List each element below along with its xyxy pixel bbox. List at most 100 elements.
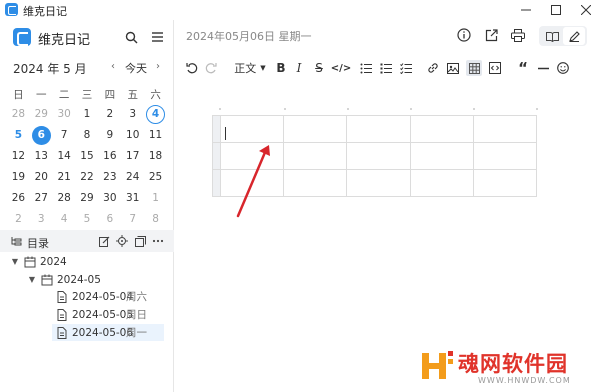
bullet-list-button[interactable] (359, 60, 373, 76)
locate-button[interactable] (114, 233, 130, 249)
ordered-list-button[interactable] (379, 60, 393, 76)
next-month-button[interactable]: › (156, 61, 160, 72)
calendar-day[interactable]: 20 (30, 167, 53, 188)
chevron-down-icon[interactable]: ▼ (10, 257, 20, 266)
calendar-day[interactable]: 11 (144, 125, 167, 146)
table-cell[interactable] (346, 115, 411, 143)
search-button[interactable] (123, 29, 139, 45)
calendar-day[interactable]: 30 (53, 104, 76, 125)
row-handle[interactable] (211, 115, 222, 143)
calendar-day[interactable]: 8 (144, 209, 167, 230)
tree-item-2024[interactable]: ▼ 2024 (10, 253, 67, 270)
table-button[interactable] (466, 60, 482, 76)
italic-button[interactable]: I (292, 60, 306, 76)
task-list-button[interactable] (399, 60, 413, 76)
image-button[interactable] (446, 60, 460, 76)
calendar-day[interactable]: 18 (144, 146, 167, 167)
table-cell[interactable] (346, 142, 411, 170)
close-button[interactable] (572, 0, 600, 20)
calendar-day[interactable]: 5 (7, 125, 30, 146)
paragraph-style-dropdown[interactable]: 正文 ▼ (231, 60, 269, 76)
quote-button[interactable]: “ (516, 60, 530, 76)
table-cell[interactable] (409, 142, 474, 170)
calendar-day[interactable]: 28 (7, 104, 30, 125)
table-cell[interactable] (409, 115, 474, 143)
calendar-day[interactable]: 5 (76, 209, 99, 230)
export-button[interactable] (483, 27, 499, 43)
calendar-day[interactable]: 6 (30, 125, 53, 146)
calendar-day[interactable]: 17 (121, 146, 144, 167)
code-block-button[interactable] (488, 60, 502, 76)
calendar-day[interactable]: 29 (30, 104, 53, 125)
redo-button[interactable] (204, 60, 218, 76)
collapse-all-button[interactable] (132, 233, 148, 249)
calendar-day[interactable]: 25 (144, 167, 167, 188)
calendar-day[interactable]: 3 (30, 209, 53, 230)
menu-button[interactable] (149, 29, 165, 45)
table-cell[interactable] (346, 169, 411, 197)
print-button[interactable] (510, 27, 526, 43)
calendar-day[interactable]: 1 (76, 104, 99, 125)
more-button[interactable] (150, 233, 166, 249)
tree-item-2024-05[interactable]: ▼ 2024-05 (27, 271, 101, 288)
emoji-button[interactable] (556, 60, 570, 76)
calendar-day[interactable]: 15 (76, 146, 99, 167)
code-button[interactable]: </> (331, 60, 351, 76)
tree-item-2024-05-04[interactable]: 2024-05-04 周六 (52, 288, 164, 305)
read-mode-button[interactable] (541, 27, 563, 45)
calendar-day[interactable]: 6 (98, 209, 121, 230)
divider-button[interactable] (536, 60, 550, 76)
calendar-day[interactable]: 29 (76, 188, 99, 209)
row-handle[interactable] (211, 169, 222, 197)
tree-item-2024-05-06[interactable]: 2024-05-06 周一 (52, 324, 164, 341)
table-cell[interactable] (220, 115, 285, 143)
calendar-day[interactable]: 28 (53, 188, 76, 209)
today-button[interactable]: 今天 (125, 60, 147, 76)
link-button[interactable] (426, 60, 440, 76)
minimize-button[interactable] (512, 0, 540, 20)
tree-item-2024-05-05[interactable]: 2024-05-05 周日 (52, 306, 164, 323)
calendar-day[interactable]: 14 (53, 146, 76, 167)
calendar-day[interactable]: 10 (121, 125, 144, 146)
table-cell[interactable] (472, 115, 538, 143)
table-cell[interactable] (472, 142, 538, 170)
calendar-day[interactable]: 9 (98, 125, 121, 146)
calendar-day[interactable]: 30 (98, 188, 121, 209)
edit-mode-button[interactable] (563, 27, 585, 45)
bold-button[interactable]: B (274, 60, 288, 76)
table-cell[interactable] (409, 169, 474, 197)
calendar-day[interactable]: 7 (53, 125, 76, 146)
row-handle[interactable] (211, 142, 222, 170)
strikethrough-button[interactable]: S (312, 60, 326, 76)
calendar-day[interactable]: 13 (30, 146, 53, 167)
prev-month-button[interactable]: ‹ (111, 61, 115, 72)
undo-button[interactable] (185, 60, 199, 76)
calendar-day[interactable]: 4 (144, 104, 167, 125)
calendar-day[interactable]: 22 (76, 167, 99, 188)
table-cell[interactable] (283, 142, 348, 170)
table-cell[interactable] (283, 169, 348, 197)
calendar-day[interactable]: 24 (121, 167, 144, 188)
chevron-down-icon[interactable]: ▼ (27, 275, 37, 284)
calendar-day[interactable]: 27 (30, 188, 53, 209)
table-cell[interactable] (472, 169, 538, 197)
calendar-day[interactable]: 2 (98, 104, 121, 125)
calendar-day[interactable]: 1 (144, 188, 167, 209)
calendar-day[interactable]: 21 (53, 167, 76, 188)
calendar-day[interactable]: 3 (121, 104, 144, 125)
table-cell[interactable] (283, 115, 348, 143)
calendar-day[interactable]: 16 (98, 146, 121, 167)
calendar-day[interactable]: 26 (7, 188, 30, 209)
calendar-day[interactable]: 8 (76, 125, 99, 146)
calendar-day[interactable]: 7 (121, 209, 144, 230)
calendar-day[interactable]: 31 (121, 188, 144, 209)
new-entry-button[interactable] (96, 233, 112, 249)
calendar-day[interactable]: 2 (7, 209, 30, 230)
calendar-day[interactable]: 12 (7, 146, 30, 167)
bold-icon: B (276, 61, 286, 75)
info-button[interactable] (456, 27, 472, 43)
maximize-button[interactable] (542, 0, 570, 20)
calendar-day[interactable]: 23 (98, 167, 121, 188)
calendar-day[interactable]: 4 (53, 209, 76, 230)
calendar-day[interactable]: 19 (7, 167, 30, 188)
